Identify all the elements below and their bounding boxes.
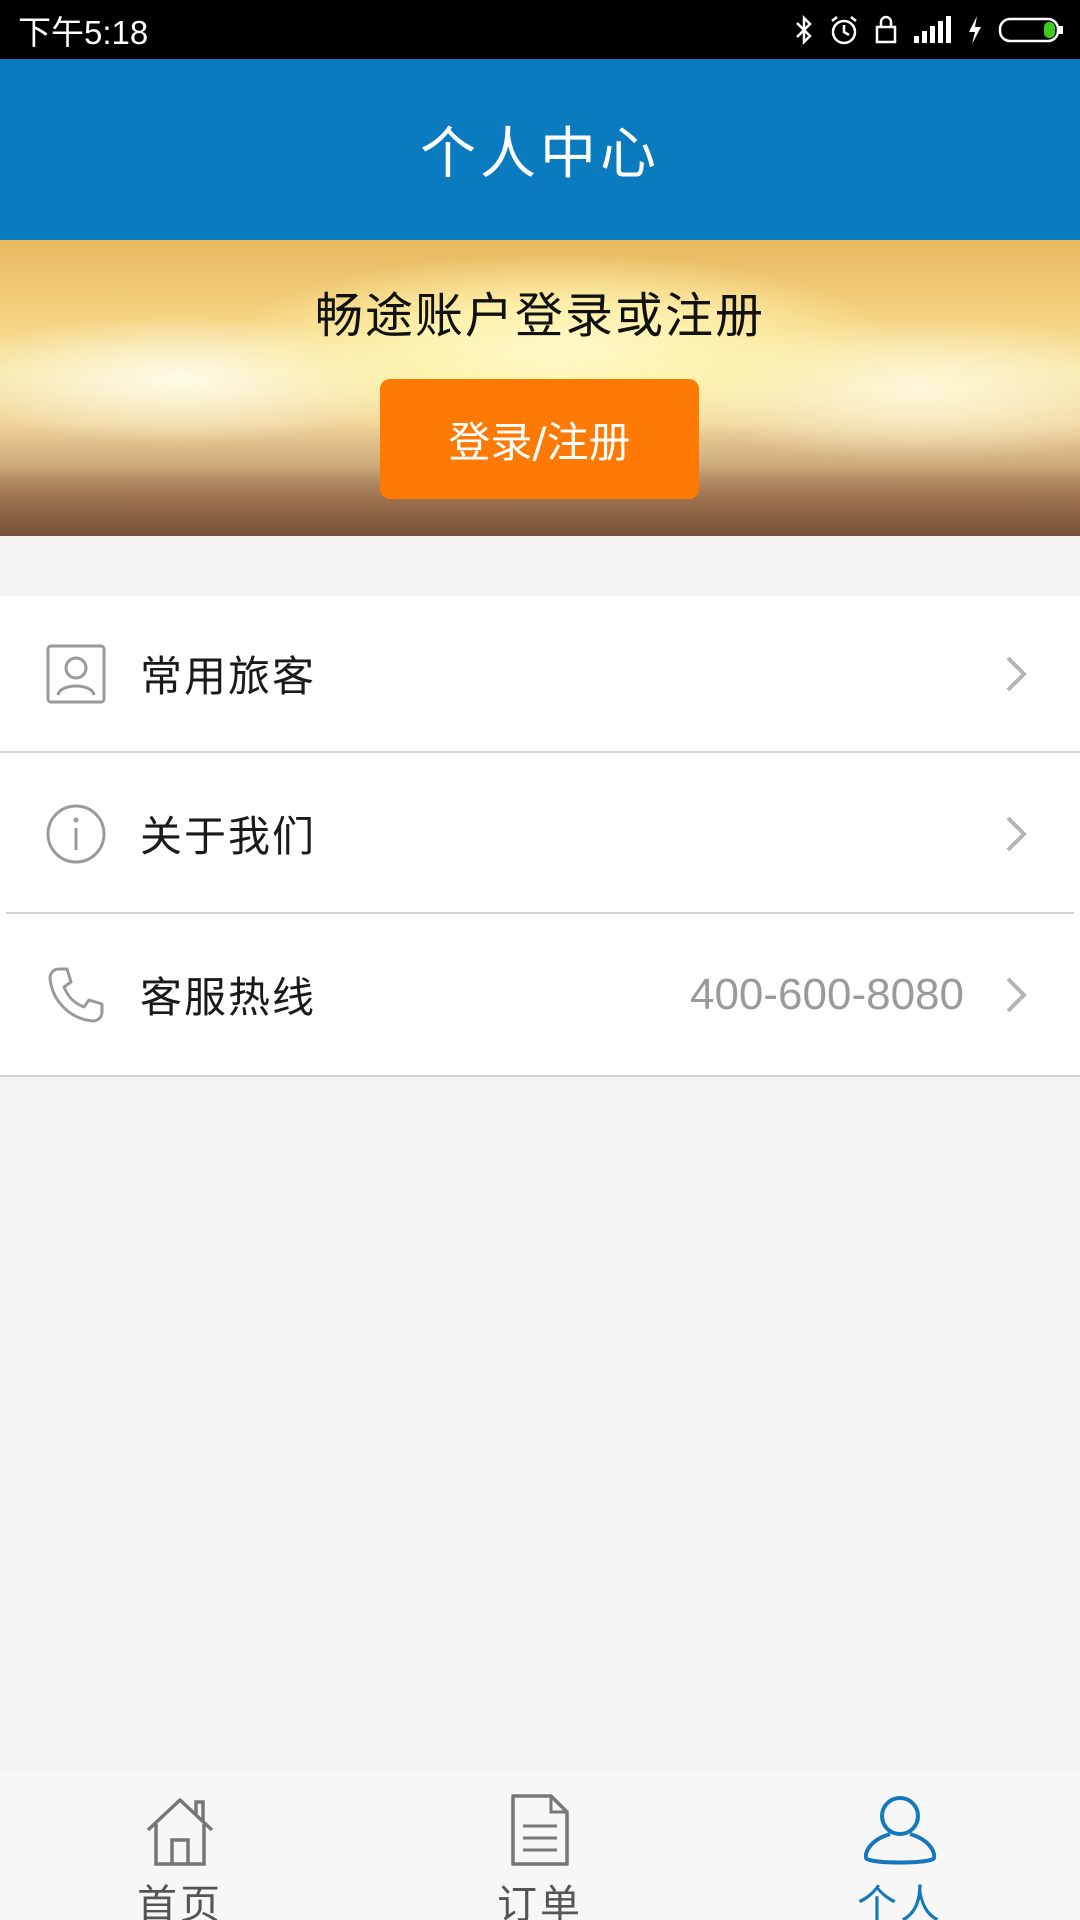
- bluetooth-icon: [794, 14, 814, 45]
- contact-card-icon: [44, 642, 108, 706]
- menu-item-frequent-travelers[interactable]: 常用旅客: [0, 596, 1080, 753]
- menu-list: 常用旅客 关于我们 客服热线 400-600-8080: [0, 596, 1080, 1077]
- chevron-right-icon: [1006, 816, 1027, 851]
- tab-orders[interactable]: 订单: [360, 1770, 720, 1920]
- lock-icon: [874, 15, 898, 45]
- page-title: 个人中心: [420, 122, 660, 187]
- status-time: 下午5:18: [18, 13, 149, 51]
- charging-icon: [966, 15, 984, 45]
- person-icon: [860, 1792, 940, 1868]
- tab-profile[interactable]: 个人: [720, 1770, 1080, 1920]
- tab-label: 订单: [497, 1882, 583, 1920]
- banner-title: 畅途账户登录或注册: [314, 288, 765, 344]
- app-header: 个人中心: [0, 59, 1080, 240]
- bottom-tab-bar: 首页 订单 个人: [0, 1770, 1080, 1920]
- phone-icon: [44, 963, 108, 1027]
- home-icon: [140, 1792, 220, 1868]
- info-icon: [44, 802, 108, 866]
- chevron-right-icon: [1006, 977, 1027, 1012]
- status-icons: [794, 14, 1064, 46]
- tab-home[interactable]: 首页: [0, 1770, 360, 1920]
- tab-label: 个人: [857, 1882, 943, 1920]
- hotline-number[interactable]: 400-600-8080: [690, 970, 964, 1020]
- login-register-button[interactable]: 登录/注册: [380, 379, 699, 499]
- chevron-right-icon: [1006, 656, 1027, 691]
- menu-label: 客服热线: [140, 973, 317, 1022]
- status-bar: 下午5:18: [0, 0, 1080, 59]
- menu-label: 常用旅客: [140, 652, 317, 701]
- document-icon: [500, 1792, 580, 1868]
- battery-icon: [998, 15, 1064, 45]
- signal-icon: [912, 15, 952, 44]
- tab-label: 首页: [137, 1882, 223, 1920]
- menu-label: 关于我们: [140, 812, 317, 861]
- alarm-icon: [828, 14, 860, 46]
- menu-item-about-us[interactable]: 关于我们: [0, 753, 1080, 914]
- menu-item-customer-hotline[interactable]: 客服热线 400-600-8080: [0, 914, 1080, 1077]
